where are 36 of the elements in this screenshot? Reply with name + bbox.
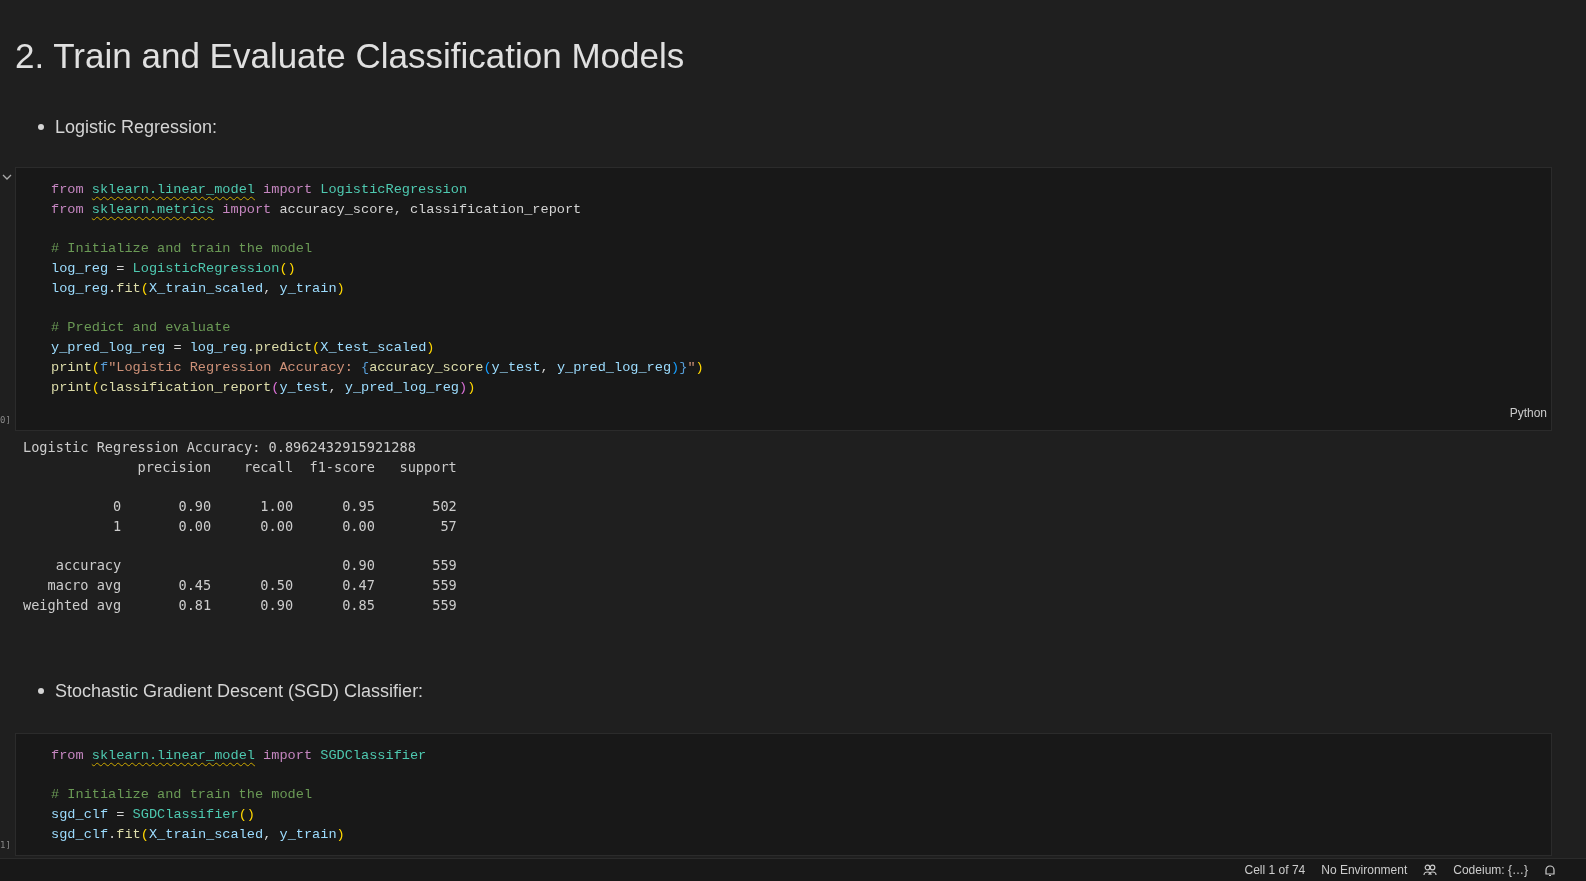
language-label[interactable]: Python xyxy=(1509,406,1547,420)
codeium-status[interactable]: Codeium: {…} xyxy=(1453,863,1528,877)
environment-indicator[interactable]: No Environment xyxy=(1321,863,1408,877)
bullet-text: Logistic Regression: xyxy=(55,116,218,138)
code-line: from sklearn.linear_model import LogisticRegression xyxy=(51,181,469,199)
code-line: y_pred_log_reg = log_reg.predict(X_test_scaled) xyxy=(51,339,436,357)
output-line: weighted avg 0.81 0.90 0.85 559 xyxy=(23,596,458,615)
code-line: log_reg.fit(X_train_scaled, y_train) xyxy=(51,280,346,298)
section-heading: 2. Train and Evaluate Classification Models xyxy=(14,35,686,76)
output-line: macro avg 0.45 0.50 0.47 559 xyxy=(46,576,458,595)
execution-count: 1] xyxy=(0,840,11,850)
bell-icon[interactable] xyxy=(1544,863,1556,877)
code-cell[interactable]: from sklearn.linear_model import SGDClassifier # Initialize and train the model sgd_clf = SGDClassifier() sgd_clf.fit(X_train_scaled, y_train) xyxy=(15,733,1552,856)
code-line: print(classification_report(y_test, y_pred_log_reg)) xyxy=(51,379,477,397)
code-line: from sklearn.metrics import accuracy_score, classification_report xyxy=(51,201,583,219)
bullet-text: Stochastic Gradient Descent (SGD) Classifier: xyxy=(55,680,424,702)
output-line: precision recall f1-score support xyxy=(136,458,458,477)
code-cell[interactable] xyxy=(15,167,1552,431)
output-line: Logistic Regression Accuracy: 0.8962432915921288 xyxy=(23,438,417,457)
output-line: 0 0.90 1.00 0.95 502 xyxy=(112,497,458,516)
code-line: sgd_clf.fit(X_train_scaled, y_train) xyxy=(51,826,346,844)
bullet-icon xyxy=(38,688,44,694)
code-line: print(f"Logistic Regression Accuracy: {accuracy_score(y_test, y_pred_log_reg)}") xyxy=(51,359,705,377)
code-line: sgd_clf = SGDClassifier() xyxy=(51,806,256,824)
bullet-icon xyxy=(38,124,44,130)
cell-indicator[interactable]: Cell 1 of 74 xyxy=(1244,863,1306,877)
output-line: 1 0.00 0.00 0.00 57 xyxy=(112,517,458,536)
code-line: # Initialize and train the model xyxy=(51,786,314,804)
execution-count: 0] xyxy=(0,415,11,425)
chevron-icon[interactable] xyxy=(2,173,12,181)
code-line: log_reg = LogisticRegression() xyxy=(51,260,297,278)
code-line: from sklearn.linear_model import SGDClassifier xyxy=(51,747,428,765)
output-line: accuracy 0.90 559 xyxy=(54,556,458,575)
people-icon[interactable] xyxy=(1423,864,1438,876)
code-line: # Predict and evaluate xyxy=(51,319,232,337)
code-line: # Initialize and train the model xyxy=(51,240,314,258)
